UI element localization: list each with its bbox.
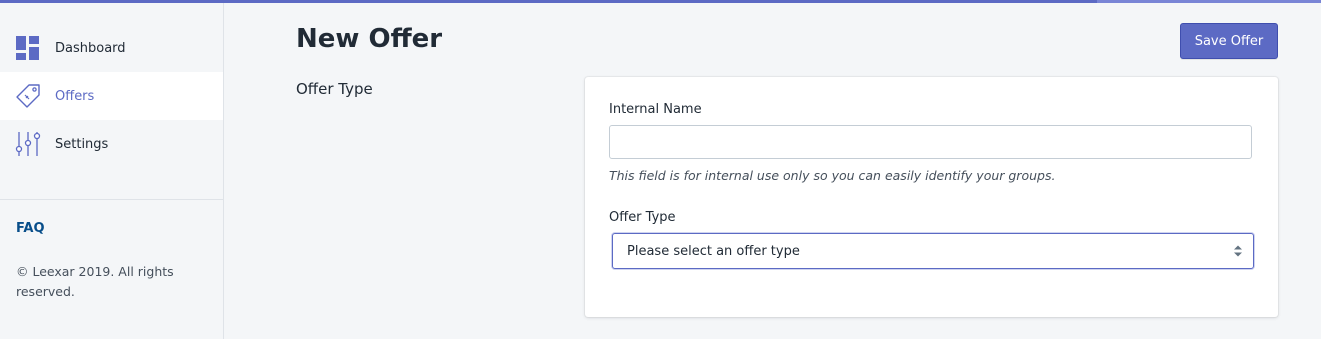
sliders-icon <box>15 132 41 156</box>
sidebar: Dashboard Offers Settings FAQ © Leexar 2… <box>0 3 224 339</box>
sidebar-divider <box>0 199 223 200</box>
sidebar-item-label: Dashboard <box>55 40 126 56</box>
sidebar-item-offers[interactable]: Offers <box>0 72 223 120</box>
sidebar-item-settings[interactable]: Settings <box>0 120 223 168</box>
dashboard-icon <box>16 36 39 60</box>
internal-name-help: This field is for internal use only so y… <box>609 168 1056 183</box>
offer-type-label: Offer Type <box>609 210 676 225</box>
internal-name-label: Internal Name <box>609 102 702 117</box>
sidebar-item-dashboard[interactable]: Dashboard <box>0 24 223 72</box>
offer-form-card: Internal Name This field is for internal… <box>585 77 1278 317</box>
copyright-text: © Leexar 2019. All rights reserved. <box>16 264 174 299</box>
sidebar-item-label: Settings <box>55 136 109 152</box>
section-title: Offer Type <box>296 80 373 98</box>
select-caret-icon <box>1234 245 1242 257</box>
sidebar-item-label: Offers <box>55 88 95 104</box>
page-title: New Offer <box>296 24 443 54</box>
faq-link[interactable]: FAQ <box>16 221 45 236</box>
offer-type-selected-value: Please select an offer type <box>627 244 800 259</box>
offer-type-select[interactable]: Please select an offer type <box>612 233 1254 269</box>
tag-icon <box>16 84 40 108</box>
internal-name-input[interactable] <box>609 125 1252 159</box>
save-offer-button[interactable]: Save Offer <box>1180 23 1278 59</box>
